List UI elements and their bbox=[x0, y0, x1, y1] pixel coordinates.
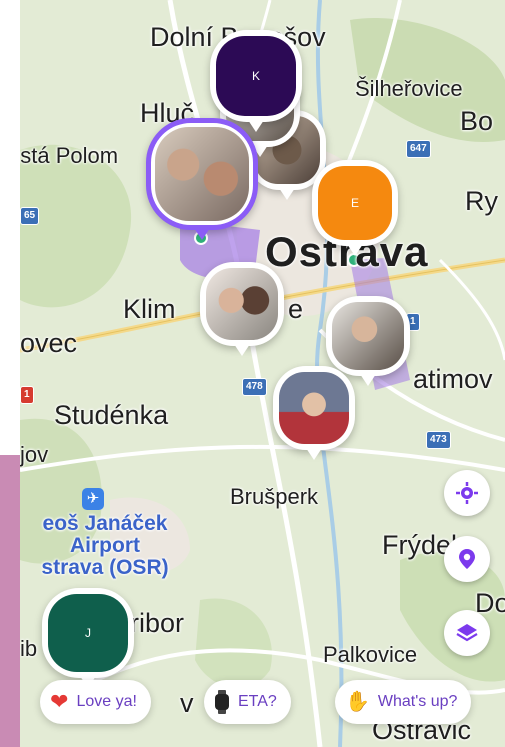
avatar-e: E bbox=[318, 166, 392, 240]
layers-icon bbox=[456, 624, 478, 642]
road-shield-478: 478 bbox=[242, 378, 267, 396]
wave-hand-icon: ✋ bbox=[345, 691, 370, 713]
whats-up-label: What's up? bbox=[377, 693, 458, 710]
avatar-k: K bbox=[216, 36, 296, 116]
friend-photo bbox=[332, 302, 404, 370]
airplane-icon: ✈ bbox=[82, 488, 104, 510]
place-label-ovec: ovec bbox=[20, 328, 78, 358]
road-shield-65: 65 bbox=[20, 207, 40, 225]
road-shield-1: 1 bbox=[20, 386, 34, 404]
place-label-ib: ib bbox=[20, 636, 38, 661]
friend-photo bbox=[279, 372, 349, 444]
heart-icon: ❤ bbox=[50, 689, 69, 714]
crosshair-icon bbox=[456, 482, 478, 504]
place-label-ry: Ry bbox=[465, 186, 498, 216]
place-label-silherovice: Šilheřovice bbox=[355, 76, 463, 101]
friend-pin-selected[interactable] bbox=[146, 118, 258, 240]
place-label-jov: jov bbox=[20, 442, 49, 467]
place-label-bo: Bo bbox=[460, 106, 494, 136]
airport-label: eoš Janáček Airport strava (OSR) bbox=[20, 513, 190, 579]
airport-label-line1: eoš Janáček bbox=[42, 512, 168, 535]
love-ya-button[interactable]: ❤ Love ya! bbox=[40, 680, 151, 724]
avatar-j: J bbox=[48, 594, 128, 672]
friend-photo bbox=[206, 268, 278, 340]
place-label-studenka: Studénka bbox=[54, 400, 169, 430]
locate-button[interactable] bbox=[444, 470, 490, 516]
watch-icon bbox=[215, 690, 229, 714]
place-label-brusperk: Brušperk bbox=[230, 484, 319, 509]
place-label-fribor: ribor bbox=[130, 608, 185, 638]
place-label-klim: Klim bbox=[123, 294, 176, 324]
friend-pin-j[interactable]: J bbox=[42, 588, 134, 688]
friend-pin-photo-group[interactable] bbox=[326, 296, 410, 386]
place-label-palkovice: Palkovice bbox=[323, 642, 418, 667]
road-shield-647: 647 bbox=[406, 140, 431, 158]
eta-button[interactable]: ETA? bbox=[204, 680, 291, 724]
friend-photo-selected bbox=[155, 127, 249, 221]
layers-button[interactable] bbox=[444, 610, 490, 656]
whats-up-button[interactable]: ✋ What's up? bbox=[335, 680, 472, 724]
place-label-v: v bbox=[180, 688, 194, 718]
airport-label-line3: strava (OSR) bbox=[41, 556, 169, 579]
friend-pin-photo-kiss[interactable] bbox=[200, 262, 284, 356]
map-view[interactable]: 647 65 478 473 1 1 Dolní Benešov Šilheřo… bbox=[20, 0, 505, 747]
friend-pin-k[interactable]: K bbox=[210, 30, 302, 132]
friend-pin-photo-plane[interactable] bbox=[273, 366, 355, 460]
friend-pin-e[interactable]: E bbox=[312, 160, 398, 256]
place-label-usta-polom: ústá Polom bbox=[20, 143, 119, 168]
left-accent-strip bbox=[0, 455, 20, 747]
places-button[interactable] bbox=[444, 536, 490, 582]
love-ya-label: Love ya! bbox=[76, 693, 137, 710]
eta-label: ETA? bbox=[238, 693, 277, 710]
location-pin-icon bbox=[459, 549, 475, 569]
place-label-ratimov: atimov bbox=[413, 364, 493, 394]
airport-label-line2: Airport bbox=[70, 534, 140, 557]
road-shield-473: 473 bbox=[426, 431, 451, 449]
app: 647 65 478 473 1 1 Dolní Benešov Šilheřo… bbox=[0, 0, 505, 747]
place-label-klim-e: e bbox=[288, 294, 304, 324]
